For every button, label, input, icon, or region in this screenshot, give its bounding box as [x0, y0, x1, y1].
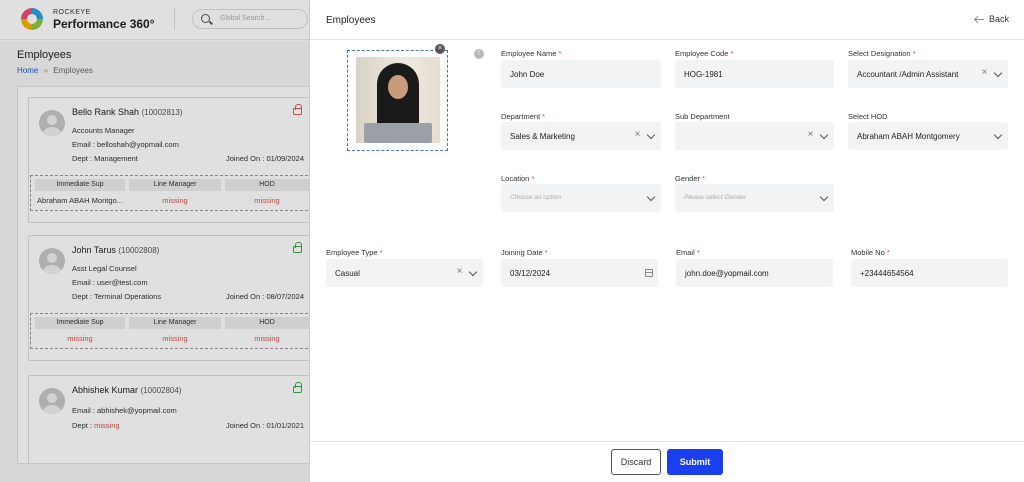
remove-photo-icon[interactable]: × — [435, 44, 445, 54]
chevron-down-icon[interactable] — [468, 267, 478, 277]
employee-type-select[interactable]: Casual × — [326, 259, 483, 287]
employee-code-input[interactable]: HOG-1981 — [675, 60, 834, 88]
employee-form-drawer: Employees Back × ! Employee Name * John … — [309, 0, 1024, 482]
sub-department-label: Sub Department — [675, 112, 730, 121]
employee-type-label: Employee Type * — [326, 248, 383, 257]
department-select[interactable]: Sales & Marketing × — [501, 122, 661, 150]
hod-select[interactable]: Abraham ABAH Montgomery — [848, 122, 1008, 150]
chevron-down-icon[interactable] — [819, 130, 829, 140]
mobile-input[interactable]: +23444654564 — [851, 259, 1008, 287]
employee-name-label: Employee Name * — [501, 49, 562, 58]
submit-button[interactable]: Submit — [667, 449, 723, 475]
sub-department-select[interactable]: × — [675, 122, 834, 150]
location-placeholder: Choose an option — [510, 194, 561, 201]
chevron-down-icon[interactable] — [646, 130, 656, 140]
chevron-down-icon[interactable] — [993, 68, 1003, 78]
arrow-left-icon — [974, 16, 984, 24]
location-label: Location * — [501, 174, 535, 183]
clear-icon[interactable]: × — [633, 130, 642, 140]
employee-code-value: HOG-1981 — [684, 70, 723, 79]
joining-date-value: 03/12/2024 — [510, 269, 551, 278]
gender-placeholder: Please select Gender — [684, 194, 747, 201]
mobile-label: Mobile No * — [851, 248, 890, 257]
clear-icon[interactable]: × — [980, 68, 989, 78]
chevron-down-icon[interactable] — [819, 192, 829, 202]
designation-value: Accountant /Admin Assistant — [857, 70, 959, 79]
joining-date-label: Joining Date * — [501, 248, 548, 257]
designation-select[interactable]: Accountant /Admin Assistant × — [848, 60, 1008, 88]
email-input[interactable]: john.doe@yopmail.com — [676, 259, 833, 287]
clear-icon[interactable]: × — [806, 130, 815, 140]
drawer-footer: Discard Submit — [310, 441, 1024, 482]
drawer-title: Employees — [326, 15, 376, 26]
employee-name-value: John Doe — [510, 70, 545, 79]
gender-select[interactable]: Please select Gender — [675, 184, 834, 212]
employee-type-value: Casual — [335, 269, 360, 278]
email-label: Email * — [676, 248, 700, 257]
hod-label: Select HOD — [848, 112, 888, 121]
clear-icon[interactable]: × — [455, 267, 464, 277]
chevron-down-icon[interactable] — [646, 192, 656, 202]
email-value: john.doe@yopmail.com — [685, 269, 769, 278]
mobile-value: +23444654564 — [860, 269, 914, 278]
discard-button[interactable]: Discard — [611, 449, 661, 475]
joining-date-input[interactable]: 03/12/2024 — [501, 259, 658, 287]
chevron-down-icon[interactable] — [993, 130, 1003, 140]
hod-value: Abraham ABAH Montgomery — [857, 132, 960, 141]
back-button[interactable]: Back — [974, 14, 1009, 24]
designation-label: Select Designation * — [848, 49, 916, 58]
info-icon[interactable]: ! — [474, 49, 484, 59]
back-label: Back — [988, 14, 1009, 24]
overlay-backdrop[interactable] — [0, 0, 310, 482]
location-select[interactable]: Choose an option — [501, 184, 661, 212]
profile-photo-upload[interactable] — [347, 50, 448, 151]
calendar-icon[interactable] — [645, 269, 653, 277]
employee-name-input[interactable]: John Doe — [501, 60, 661, 88]
gender-label: Gender * — [675, 174, 706, 183]
profile-photo — [356, 57, 440, 143]
department-value: Sales & Marketing — [510, 132, 575, 141]
department-label: Department * — [501, 112, 546, 121]
employee-code-label: Employee Code * — [675, 49, 734, 58]
drawer-header: Employees Back — [310, 0, 1024, 40]
